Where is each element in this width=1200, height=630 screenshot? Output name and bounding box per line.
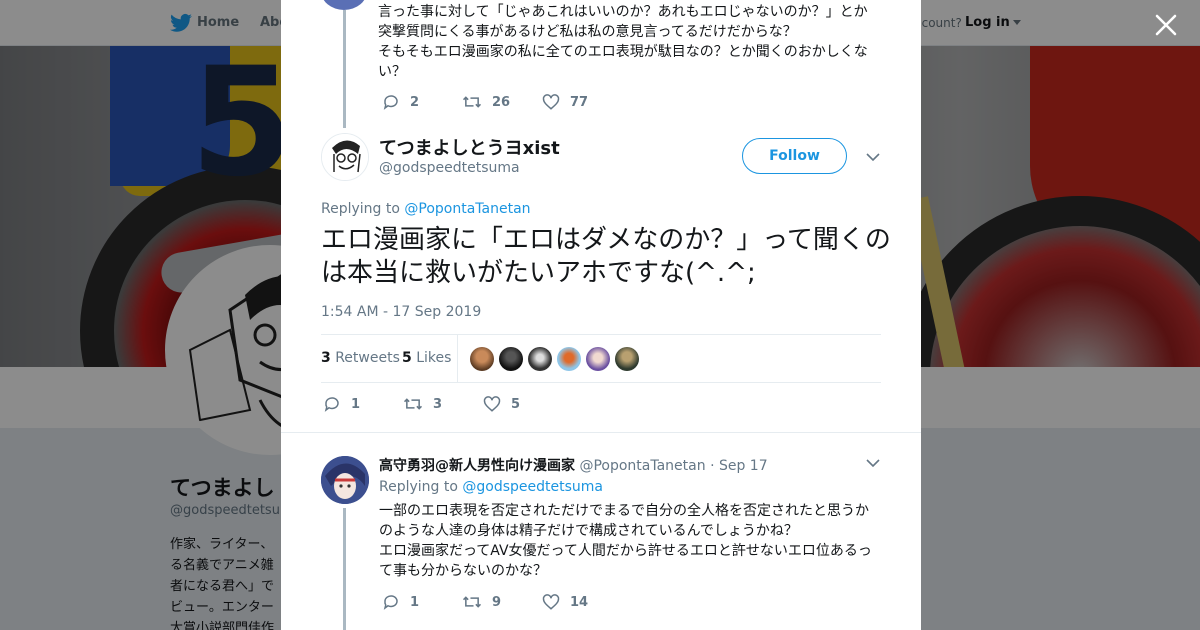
tweet-stats: 3 Retweets 5 Likes: [321, 334, 881, 383]
thread-line-top: [343, 10, 346, 128]
avatar-drawing: [322, 134, 368, 180]
like-icon: [483, 396, 501, 412]
reply-button[interactable]: 1: [382, 593, 462, 611]
replying-to-link[interactable]: @PopontaTanetan: [404, 201, 530, 217]
retweet-icon: [462, 96, 482, 108]
main-tweet-avatar[interactable]: [321, 133, 369, 181]
header-separator: ·: [710, 458, 715, 474]
stats-divider: [457, 335, 458, 382]
likes-stat[interactable]: 5 Likes: [402, 350, 451, 366]
reply-count: 1: [351, 396, 361, 412]
reply-icon: [383, 595, 398, 610]
chevron-down-icon[interactable]: [865, 455, 881, 471]
retweet-button[interactable]: 9: [462, 593, 542, 611]
likes-stat-label: Likes: [416, 350, 452, 366]
section-divider: [281, 432, 921, 433]
replying-to-link[interactable]: @godspeedtetsuma: [462, 479, 603, 495]
main-tweet-timestamp[interactable]: 1:54 AM - 17 Sep 2019: [321, 304, 481, 320]
like-count: 77: [570, 94, 589, 110]
reply-tweet-text: 一部のエロ表現を否定されただけでまるで自分の全人格を否定されたと思うかのような人…: [379, 503, 872, 579]
reply-button[interactable]: 1: [323, 395, 403, 413]
reply-icon: [324, 397, 339, 412]
retweet-count: 3: [433, 396, 443, 412]
reply-tweet-actions: 1 9 14: [382, 592, 622, 612]
thread-line-bottom: [343, 508, 346, 630]
reply-tweet-header: 高守勇羽@新人男性向け漫画家 @PopontaTanetan · Sep 17: [379, 455, 768, 475]
liker-avatar[interactable]: [528, 347, 552, 371]
retweets-stat[interactable]: 3 Retweets: [321, 350, 400, 366]
main-tweet-text: エロ漫画家に「エロはダメなのか？」って聞くのは本当に救いがたいアホですな(^.^…: [321, 225, 891, 288]
retweet-icon: [403, 398, 423, 410]
retweet-button[interactable]: 26: [462, 93, 542, 111]
main-tweet-actions: 1 3 5: [323, 394, 563, 414]
like-icon: [542, 594, 560, 610]
prev-tweet-avatar[interactable]: [321, 0, 367, 10]
retweet-icon: [462, 596, 482, 608]
reply-date[interactable]: Sep 17: [719, 458, 768, 474]
avatar-drawing: [321, 456, 369, 504]
retweet-count: 26: [492, 94, 511, 110]
replying-prefix: Replying to: [321, 201, 400, 217]
reply-author-handle[interactable]: @PopontaTanetan: [579, 458, 705, 474]
like-button[interactable]: 14: [542, 593, 622, 611]
liker-avatar[interactable]: [499, 347, 523, 371]
prev-tweet-actions: 2 26 77: [382, 92, 622, 112]
reply-count: 1: [410, 594, 420, 610]
reply-button[interactable]: 2: [382, 93, 462, 111]
retweets-stat-count: 3: [321, 350, 331, 366]
like-count: 14: [570, 594, 589, 610]
likes-stat-count: 5: [402, 350, 412, 366]
liker-avatar[interactable]: [586, 347, 610, 371]
like-button[interactable]: 5: [483, 395, 563, 413]
follow-button[interactable]: Follow: [742, 138, 847, 174]
main-replying-to: Replying to @PopontaTanetan: [321, 201, 531, 217]
main-tweet-author-handle[interactable]: @godspeedtetsuma: [379, 160, 520, 176]
liker-avatar[interactable]: [470, 347, 494, 371]
like-icon: [542, 94, 560, 110]
retweets-stat-label: Retweets: [335, 350, 400, 366]
chevron-down-icon[interactable]: [865, 149, 881, 165]
reply-count: 2: [410, 94, 420, 110]
prev-tweet-text: 言った事に対して「じゃあこれはいいのか？あれもエロじゃないのか？」とか突撃質問に…: [378, 4, 868, 80]
replying-prefix: Replying to: [379, 479, 458, 495]
tweet-permalink-modal: 言った事に対して「じゃあこれはいいのか？あれもエロじゃないのか？」とか突撃質問に…: [281, 0, 921, 630]
main-tweet-author-name[interactable]: てつまよしとうヨxist: [379, 134, 560, 160]
reply-author-name[interactable]: 高守勇羽@新人男性向け漫画家: [379, 458, 575, 474]
like-count: 5: [511, 396, 521, 412]
retweet-count: 9: [492, 594, 502, 610]
liker-avatar[interactable]: [557, 347, 581, 371]
close-icon[interactable]: [1153, 12, 1179, 38]
reply-replying-to: Replying to @godspeedtetsuma: [379, 479, 603, 495]
like-button[interactable]: 77: [542, 93, 622, 111]
retweet-button[interactable]: 3: [403, 395, 483, 413]
liker-avatar[interactable]: [615, 347, 639, 371]
reply-tweet-avatar[interactable]: [321, 456, 369, 504]
reply-icon: [383, 95, 398, 110]
